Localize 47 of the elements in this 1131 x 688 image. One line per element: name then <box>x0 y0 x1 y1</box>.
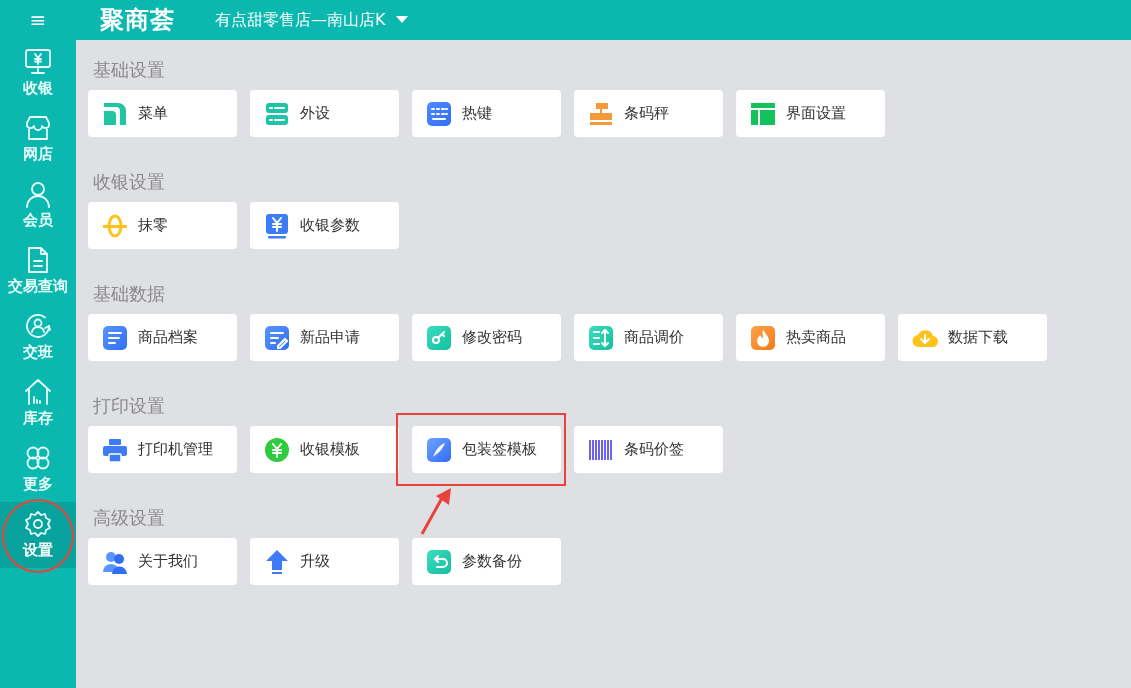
settings-tile[interactable]: 升级 <box>250 538 399 585</box>
key-icon <box>426 324 452 351</box>
house-icon <box>23 376 53 407</box>
settings-tile[interactable]: 修改密码 <box>412 314 561 361</box>
settings-tile[interactable]: 收银参数 <box>250 202 399 249</box>
settings-tile[interactable]: 关于我们 <box>88 538 237 585</box>
printer-icon <box>102 436 128 463</box>
monitor-icon <box>23 46 53 77</box>
flame-icon <box>750 324 776 351</box>
settings-tile[interactable]: 参数备份 <box>412 538 561 585</box>
section-title: 高级设置 <box>93 506 166 530</box>
edit-document-icon <box>264 324 290 351</box>
yuan-coin-icon <box>264 436 290 463</box>
settings-tile[interactable]: 商品调价 <box>574 314 723 361</box>
settings-tile[interactable]: 外设 <box>250 90 399 137</box>
settings-tile[interactable]: 抹零 <box>88 202 237 249</box>
settings-tile[interactable]: 界面设置 <box>736 90 885 137</box>
layout-icon <box>750 100 776 127</box>
up-arrow-icon <box>264 548 290 575</box>
section-title: 基础设置 <box>93 58 166 82</box>
settings-tile[interactable]: 条码价签 <box>574 426 723 473</box>
settings-tile[interactable]: 打印机管理 <box>88 426 237 473</box>
settings-tile[interactable]: 包装签模板 <box>412 426 561 473</box>
section-title: 打印设置 <box>93 394 166 418</box>
yuan-icon <box>264 212 290 239</box>
keyboard-icon <box>426 100 452 127</box>
settings-tile[interactable]: 热卖商品 <box>736 314 885 361</box>
settings-tile[interactable]: 数据下载 <box>898 314 1047 361</box>
settings-tile[interactable]: 收银模板 <box>250 426 399 473</box>
settings-tile[interactable]: 菜单 <box>88 90 237 137</box>
server-icon <box>264 100 290 127</box>
rounding-icon <box>102 212 128 239</box>
price-adjust-icon <box>588 324 614 351</box>
feather-icon <box>426 436 452 463</box>
app-logo: 聚商荟 <box>100 5 175 36</box>
document-icon <box>102 324 128 351</box>
settings-tile[interactable]: 条码秤 <box>574 90 723 137</box>
section-title: 基础数据 <box>93 282 166 306</box>
menu-icon <box>102 100 128 127</box>
settings-tile[interactable]: 商品档案 <box>88 314 237 361</box>
undo-icon <box>426 548 452 575</box>
section-title: 收银设置 <box>93 170 166 194</box>
settings-icon <box>23 508 53 539</box>
scale-icon <box>588 100 614 127</box>
settings-tile[interactable]: 热键 <box>412 90 561 137</box>
caret-icon <box>395 16 408 24</box>
settings-tile[interactable]: 新品申请 <box>250 314 399 361</box>
